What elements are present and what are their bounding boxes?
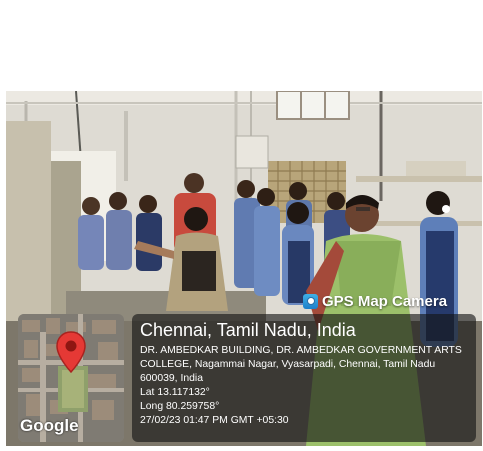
place-title: Chennai, Tamil Nadu, India — [140, 320, 356, 340]
geotag-overlay: Google Chennai, Tamil Nadu, India DR. AM… — [18, 314, 476, 442]
gps-map-camera-badge: GPS Map Camera — [303, 291, 447, 311]
timestamp-text: 27/02/23 01:47 PM GMT +05:30 — [140, 415, 289, 426]
location-info-panel: Chennai, Tamil Nadu, India DR. AMBEDKAR … — [132, 314, 476, 442]
google-logo: Google — [20, 416, 79, 435]
map-pin-icon — [56, 331, 86, 374]
gps-camera-icon — [303, 293, 318, 309]
map-thumbnail[interactable]: Google — [18, 314, 124, 442]
latitude-text: Lat 13.117132° — [140, 387, 210, 398]
longitude-text: Long 80.259758° — [140, 401, 220, 412]
gps-app-label: GPS Map Camera — [322, 292, 448, 310]
address-text: DR. AMBEDKAR BUILDING, DR. AMBEDKAR GOVE… — [140, 345, 462, 384]
